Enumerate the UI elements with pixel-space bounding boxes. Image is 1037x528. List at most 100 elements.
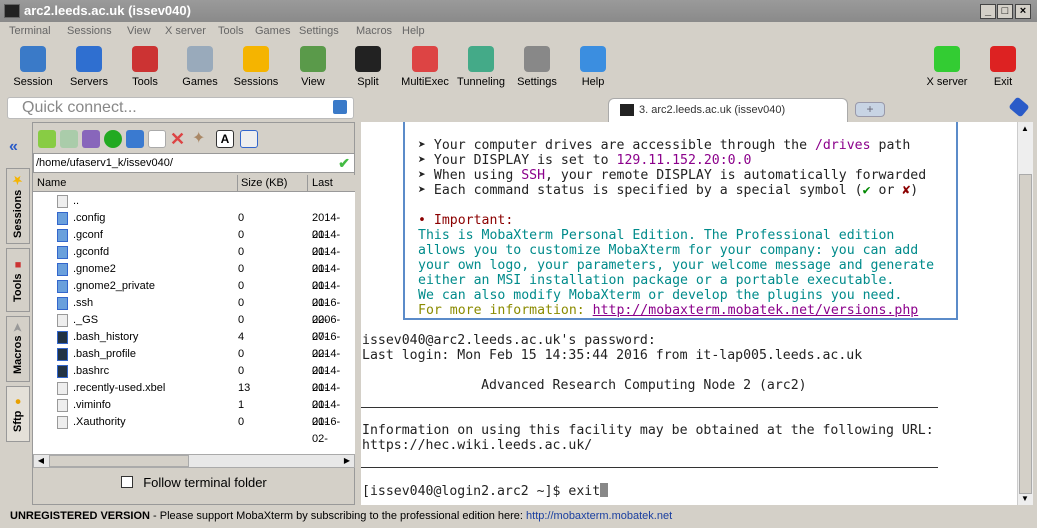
toolbar-sessions-button[interactable]: Sessions (228, 44, 284, 88)
menu-terminal[interactable]: Terminal (9, 25, 51, 37)
toolbar-games-button[interactable]: Games (172, 44, 228, 88)
toolbar-label: X server (926, 76, 968, 88)
file-row[interactable]: .gnome2 0 2014-01- (33, 261, 355, 292)
file-name: .gconf (73, 229, 103, 241)
sidebar-tab-tools[interactable]: Tools ■ (6, 248, 30, 312)
toolbar-tunneling-button[interactable]: Tunneling (453, 44, 509, 88)
quick-connect-input[interactable]: Quick connect... (7, 97, 354, 119)
terminal[interactable]: ➤ Your computer drives are accessible th… (361, 122, 1017, 505)
maximize-button[interactable]: □ (997, 4, 1013, 19)
tools-icon: ■ (12, 258, 24, 271)
toolbar-view-button[interactable]: View (285, 44, 341, 88)
menu-settings[interactable]: Settings (299, 25, 339, 37)
horizontal-scrollbar[interactable]: ◀ ▶ (33, 454, 355, 468)
menu-x-server[interactable]: X server (165, 25, 206, 37)
file-size: 0 (238, 246, 245, 258)
menu-tools[interactable]: Tools (218, 25, 244, 37)
view-toggle-icon[interactable] (240, 130, 258, 148)
file-row[interactable]: .bashrc 0 2014-01- (33, 363, 355, 394)
toolbar-help-button[interactable]: Help (565, 44, 621, 88)
folder-icon (57, 297, 68, 310)
tab-session-3[interactable]: 3. arc2.leeds.ac.uk (issev040) (608, 98, 848, 122)
mobatek-link[interactable]: http://mobaxterm.mobatek.net (526, 510, 672, 522)
sidebar-tab-sessions[interactable]: Sessions ★ (6, 168, 30, 244)
session-icon[interactable] (333, 100, 347, 114)
scroll-thumb[interactable] (1019, 174, 1032, 494)
file-row[interactable]: .ssh 0 2016-02- (33, 295, 355, 326)
toolbar-servers-button[interactable]: Servers (61, 44, 117, 88)
file-row[interactable]: .gconf 0 2014-01- (33, 227, 355, 258)
toolbar-label: Tunneling (457, 76, 505, 88)
file-row[interactable]: .gconfd 0 2014-01- (33, 244, 355, 275)
file-row[interactable]: .. (33, 193, 355, 210)
toolbar-exit-button[interactable]: Exit (975, 44, 1031, 88)
terminal-prompt: [issev040@login2.arc2 ~]$ exit (362, 483, 609, 499)
terminal-scrollbar[interactable]: ▲ ▼ (1017, 122, 1033, 505)
terminal-line: This is MobaXterm Personal Edition. The … (418, 228, 895, 243)
download-icon[interactable] (60, 130, 78, 148)
new-file-icon[interactable] (148, 130, 166, 148)
toolbar-split-button[interactable]: Split (340, 44, 396, 88)
checkmark-icon[interactable]: ✔ (338, 154, 350, 172)
close-button[interactable]: × (1015, 4, 1031, 19)
sftp-panel: ✕ ✦ A /home/ufaserv1_k/issev040/ ✔ Name … (32, 122, 355, 505)
toolbar-label: Help (581, 76, 605, 88)
file-row[interactable]: .recently-used.xbel 13 2014-01- (33, 380, 355, 411)
tunneling-icon (468, 46, 494, 72)
text-mode-icon[interactable]: A (216, 130, 234, 148)
new-folder-icon[interactable] (126, 130, 144, 148)
attach-icon[interactable] (1008, 96, 1030, 118)
scroll-left-icon[interactable]: ◀ (34, 455, 48, 467)
column-name[interactable]: Name (37, 177, 66, 189)
toolbar-label: Servers (70, 76, 108, 88)
terminal-line: • Important: (418, 213, 514, 228)
toolbar-settings-button[interactable]: Settings (509, 44, 565, 88)
file-row[interactable]: .bash_history 4 2016-02- (33, 329, 355, 360)
file-icon (57, 382, 68, 395)
toolbar-tools-button[interactable]: Tools (117, 44, 173, 88)
file-row[interactable]: .config 0 2014-01- (33, 210, 355, 241)
path-input[interactable]: /home/ufaserv1_k/issev040/ ✔ (33, 153, 355, 173)
new-tab-button[interactable]: + (855, 102, 885, 117)
sidebar-tab-sftp[interactable]: Sftp ● (6, 386, 30, 442)
sessions-icon (243, 46, 269, 72)
divider (361, 407, 938, 408)
parent-folder-icon[interactable] (38, 130, 56, 148)
versions-link[interactable]: http://mobaxterm.mobatek.net/versions.ph… (593, 303, 919, 318)
menu-help[interactable]: Help (402, 25, 425, 37)
sftp-icon: ● (12, 395, 24, 408)
refresh-icon[interactable] (104, 130, 122, 148)
terminal-line: Advanced Research Computing Node 2 (arc2… (362, 378, 807, 393)
file-icon (57, 416, 68, 429)
toolbar-x-server-button[interactable]: X server (919, 44, 975, 88)
follow-checkbox[interactable] (121, 476, 134, 488)
scroll-thumb[interactable] (49, 455, 189, 467)
scroll-up-icon[interactable]: ▲ (1021, 124, 1029, 133)
sidebar-tab-macros[interactable]: Macros ➤ (6, 316, 30, 382)
delete-icon[interactable]: ✕ (170, 130, 188, 148)
scroll-right-icon[interactable]: ▶ (340, 455, 354, 467)
file-row[interactable]: ._GS 0 2006-07- (33, 312, 355, 343)
menu-view[interactable]: View (127, 25, 151, 37)
file-list: .. .config 0 2014-01- .gconf 0 2014-01- … (33, 192, 355, 454)
toolbar-multiexec-button[interactable]: MultiExec (397, 44, 453, 88)
file-list-header: Name Size (KB) Last mod (33, 175, 355, 209)
column-size[interactable]: Size (KB) (237, 175, 287, 192)
minimize-button[interactable]: _ (980, 4, 996, 19)
toolbar-session-button[interactable]: Session (5, 44, 61, 88)
follow-terminal-folder[interactable]: Follow terminal folder (33, 475, 355, 490)
upload-icon[interactable] (82, 130, 100, 148)
menu-macros[interactable]: Macros (356, 25, 392, 37)
scroll-down-icon[interactable]: ▼ (1021, 494, 1029, 503)
file-row[interactable]: .gnome2_private 0 2014-01- (33, 278, 355, 309)
collapse-icon[interactable]: « (9, 138, 18, 156)
file-row[interactable]: .Xauthority 0 2016-02- (33, 414, 355, 445)
menu-games[interactable]: Games (255, 25, 290, 37)
terminal-line: Last login: Mon Feb 15 14:35:44 2016 fro… (362, 348, 863, 363)
tab-label: Macros (12, 335, 24, 375)
menu-sessions[interactable]: Sessions (67, 25, 112, 37)
file-row[interactable]: .viminfo 1 2014-01- (33, 397, 355, 428)
folder-icon (57, 229, 68, 242)
wand-icon[interactable]: ✦ (192, 130, 210, 148)
file-row[interactable]: .bash_profile 0 2014-01- (33, 346, 355, 377)
